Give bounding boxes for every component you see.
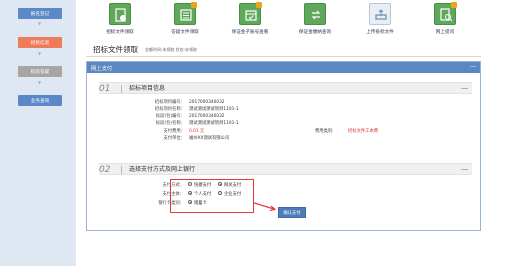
info-row: 标段(包)编号： 2017000340032	[147, 113, 347, 120]
search-document-icon	[434, 2, 457, 25]
section-project-info: 01 招标项目信息 —	[99, 82, 472, 94]
step-arrow-icon: ▼	[37, 80, 42, 85]
tool-online-question[interactable]: 网上提问	[415, 2, 475, 37]
section-payment-method: 02 选择支付方式及网上银行 —	[99, 163, 472, 175]
tool-label: 答疑文件领取	[171, 30, 199, 35]
left-sidebar: 报名登记 ▼ 招标信息 ▼ 标前答疑 ▼ 业务查询	[0, 0, 76, 266]
document-list-icon	[174, 2, 197, 25]
tool-label: 网上提问	[435, 30, 455, 35]
confirm-payment-button[interactable]: 确认支付	[278, 207, 306, 218]
step-arrow-icon: ▼	[37, 21, 42, 26]
info-value: 测试测试测试项目1101-1	[189, 107, 239, 112]
tool-tender-doc[interactable]: 招标文件领取	[90, 3, 150, 37]
info-row: 招标项目编号： 2017000340032	[147, 99, 347, 106]
collapse-icon[interactable]: —	[461, 164, 468, 175]
info-label: 标段(包)编号：	[155, 114, 185, 119]
info-label: 招标项目编号：	[154, 100, 185, 105]
info-label: 标段(包)名称：	[155, 121, 185, 126]
info-value: 2017000340032	[189, 114, 225, 119]
exchange-icon	[304, 3, 326, 25]
divider	[121, 85, 122, 93]
highlight-box	[170, 179, 254, 213]
info-label: 支付费用：	[163, 129, 185, 134]
tool-upload-bid[interactable]: 上传投标文件	[350, 3, 410, 37]
calendar-icon	[239, 2, 262, 25]
divider	[121, 166, 122, 174]
info-value: 测试测试测试项目1101-1	[189, 121, 239, 126]
tool-deposit-account[interactable]: 保证金子账号查看	[220, 2, 280, 37]
payment-amount: 0.01 元	[189, 129, 205, 134]
tool-label: 保证金缴纳查询	[298, 30, 332, 35]
fee-type-label: 费用类别:	[315, 129, 334, 134]
dialog-header: 网上支付 —	[87, 62, 480, 73]
document-money-icon	[109, 3, 131, 25]
info-row: 标段(包)名称： 测试测试测试项目1101-1	[147, 120, 347, 127]
tool-label: 上传投标文件	[366, 30, 394, 35]
step-arrow-icon: ▼	[37, 51, 42, 56]
arrow-icon	[254, 202, 277, 211]
minimize-icon[interactable]: —	[470, 63, 476, 71]
upload-tray-icon	[369, 3, 391, 25]
page-subtitle: 金额时间:未领取 状态:未领取	[145, 47, 197, 52]
sidebar-item-tender-info[interactable]: 招标信息	[18, 37, 62, 48]
tool-label: 招标文件领取	[106, 30, 134, 35]
tool-label: 保证金子账号查看	[231, 30, 269, 35]
section-number: 01	[99, 84, 111, 94]
collapse-icon[interactable]: —	[461, 83, 468, 94]
sidebar-item-query[interactable]: 业务查询	[18, 95, 62, 106]
tool-qa-doc[interactable]: 答疑文件领取	[155, 2, 215, 37]
dialog-title: 网上支付	[91, 66, 113, 72]
divider	[86, 56, 481, 57]
info-label: 招标项目名称：	[154, 107, 185, 112]
fee-type-value: 招标文件工本费	[348, 129, 379, 134]
fee-type-row: 费用类别: 招标文件工本费	[315, 128, 425, 135]
section-title: 选择支付方式及网上银行	[129, 166, 196, 173]
page-title: 招标文件领取	[93, 45, 138, 54]
sidebar-item-registration[interactable]: 报名登记	[18, 8, 62, 19]
section-title: 招标项目信息	[129, 85, 166, 92]
section-number: 02	[99, 165, 111, 175]
info-value: 福州XX测试有限公司	[189, 136, 230, 141]
sidebar-item-qa[interactable]: 标前答疑	[18, 66, 62, 77]
info-row: 招标项目名称： 测试测试测试项目1101-1	[147, 106, 347, 113]
top-toolbar: 招标文件领取 答疑文件领取 保证金子账号查看 保证金缴纳查询 上传投标文件 网上…	[80, 0, 524, 38]
info-value: 2017000340032	[189, 100, 225, 105]
info-row: 支付单位： 福州XX测试有限公司	[147, 135, 347, 142]
info-label: 支付单位：	[163, 136, 185, 141]
tool-deposit-query[interactable]: 保证金缴纳查询	[285, 3, 345, 37]
